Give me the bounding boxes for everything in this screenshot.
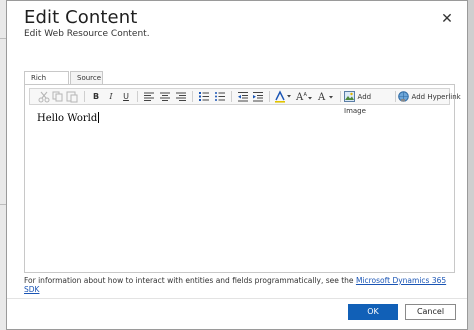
add-image-button[interactable]: Add Image — [344, 90, 394, 115]
dialog-subtitle: Edit Web Resource Content. — [24, 29, 150, 39]
align-center-icon[interactable] — [159, 90, 171, 103]
align-right-icon[interactable] — [175, 90, 187, 103]
toolbar-separator — [192, 91, 193, 102]
editor-toolbar: B I U A A A Add Image Add Hyperlink — [29, 88, 461, 115]
bullet-list-icon[interactable] — [214, 90, 226, 103]
numbered-list-icon[interactable] — [198, 90, 210, 103]
decrease-indent-icon[interactable] — [237, 90, 249, 103]
add-hyperlink-label: Add Hyperlink — [411, 93, 461, 101]
highlight-color-icon[interactable] — [274, 90, 292, 103]
editor-content-area[interactable]: Hello World — [37, 112, 100, 124]
rich-text-editor: B I U A A A Add Image Add Hyperlink Hell… — [24, 84, 461, 273]
paste-icon[interactable] — [66, 90, 78, 103]
footer-divider — [7, 298, 467, 299]
editor-text: Hello World — [37, 113, 98, 124]
tab-source[interactable]: Source — [70, 71, 103, 84]
image-icon — [344, 91, 355, 102]
toolbar-separator — [137, 91, 138, 102]
sdk-info-text: For information about how to interact wi… — [24, 276, 454, 294]
tab-rich-text[interactable]: Rich Text — [24, 71, 69, 95]
bold-button[interactable]: B — [90, 90, 102, 103]
underline-button[interactable]: U — [120, 90, 132, 103]
italic-button[interactable]: I — [105, 90, 117, 103]
align-left-icon[interactable] — [143, 90, 155, 103]
sdk-info-label: For information about how to interact wi… — [24, 276, 356, 285]
font-color-icon[interactable]: A — [317, 90, 335, 103]
edit-content-dialog: Edit Content Edit Web Resource Content. … — [6, 0, 468, 330]
hyperlink-icon — [398, 91, 409, 102]
toolbar-separator — [269, 91, 270, 102]
cut-icon[interactable] — [38, 90, 50, 103]
cancel-button[interactable]: Cancel — [405, 304, 456, 320]
close-icon[interactable]: ✕ — [439, 11, 455, 27]
toolbar-separator — [340, 91, 341, 102]
toolbar-separator — [231, 91, 232, 102]
dialog-title: Edit Content — [24, 7, 138, 28]
copy-icon[interactable] — [52, 90, 64, 103]
toolbar-separator — [395, 91, 396, 102]
ok-button[interactable]: OK — [348, 304, 398, 320]
text-cursor — [98, 112, 100, 123]
increase-indent-icon[interactable] — [252, 90, 264, 103]
toolbar-separator — [84, 91, 85, 102]
font-size-icon[interactable]: AA — [295, 90, 313, 103]
svg-text:A: A — [304, 92, 308, 98]
svg-text:A: A — [317, 92, 326, 103]
add-hyperlink-button[interactable]: Add Hyperlink — [398, 90, 461, 103]
